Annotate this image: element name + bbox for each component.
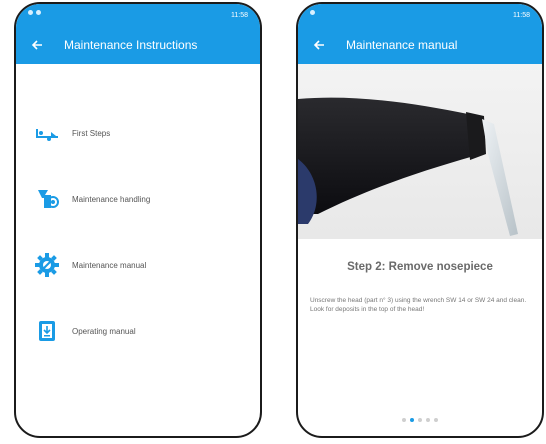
menu-item-label: Maintenance manual bbox=[72, 260, 147, 270]
menu-item-label: Maintenance handling bbox=[72, 194, 151, 204]
status-time: 11:58 bbox=[513, 11, 530, 19]
status-time: 11:58 bbox=[231, 11, 248, 19]
step-description: Unscrew the head (part n° 3) using the w… bbox=[310, 297, 527, 313]
menu-item-label: First Steps bbox=[72, 128, 111, 138]
menu-list: First Steps Maintenance handling Mainten… bbox=[16, 116, 260, 380]
phone-screen-maintenance-instructions: 11:58 Maintenance Instructions First Ste… bbox=[14, 2, 262, 438]
app-bar: Maintenance manual bbox=[298, 26, 542, 64]
page-dot[interactable] bbox=[434, 418, 438, 422]
menu-item-first-steps[interactable]: First Steps bbox=[16, 116, 260, 150]
notification-icons bbox=[28, 10, 41, 15]
page-dot[interactable] bbox=[418, 418, 422, 422]
menu-item-maintenance-handling[interactable]: Maintenance handling bbox=[16, 182, 260, 216]
menu-item-maintenance-manual[interactable]: Maintenance manual bbox=[16, 248, 260, 282]
book-download-icon bbox=[34, 318, 60, 344]
notification-icons bbox=[310, 10, 315, 15]
phone-screen-maintenance-manual: 11:58 Maintenance manual Step 2: Remove … bbox=[296, 2, 544, 438]
menu-item-label: Operating manual bbox=[72, 326, 136, 336]
status-bar: 11:58 bbox=[298, 4, 542, 26]
gear-wrench-icon bbox=[34, 252, 60, 278]
maintenance-tool-icon bbox=[34, 186, 60, 212]
step-title: Step 2: Remove nosepiece bbox=[347, 261, 493, 273]
page-indicator bbox=[298, 418, 542, 422]
first-steps-icon bbox=[34, 120, 60, 146]
page-title: Maintenance manual bbox=[346, 38, 458, 52]
status-bar: 11:58 bbox=[16, 4, 260, 26]
app-bar: Maintenance Instructions bbox=[16, 26, 260, 64]
page-dot-active[interactable] bbox=[410, 418, 414, 422]
back-arrow-icon[interactable] bbox=[26, 34, 48, 56]
page-dot[interactable] bbox=[402, 418, 406, 422]
page-title: Maintenance Instructions bbox=[64, 38, 198, 52]
page-dot[interactable] bbox=[426, 418, 430, 422]
step-image bbox=[298, 64, 542, 239]
menu-item-operating-manual[interactable]: Operating manual bbox=[16, 314, 260, 348]
back-arrow-icon[interactable] bbox=[308, 34, 330, 56]
